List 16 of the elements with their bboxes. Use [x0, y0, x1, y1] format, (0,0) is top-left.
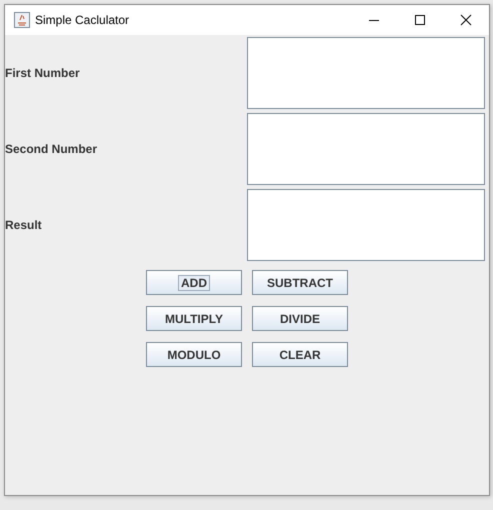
window-title: Simple Caclulator — [35, 13, 130, 27]
field-label: Result — [5, 218, 43, 232]
input-field[interactable] — [247, 37, 485, 109]
field-label: First Number — [5, 66, 81, 80]
input-field[interactable] — [247, 113, 485, 185]
operation-button[interactable]: CLEAR — [252, 342, 348, 367]
operation-button[interactable]: ADD — [146, 270, 242, 295]
close-icon — [460, 14, 472, 26]
operation-button[interactable]: MULTIPLY — [146, 306, 242, 331]
app-icon — [14, 12, 30, 28]
operation-button[interactable]: MODULO — [146, 342, 242, 367]
operation-button[interactable]: SUBTRACT — [252, 270, 348, 295]
operation-button[interactable]: DIVIDE — [252, 306, 348, 331]
field-label: Second Number — [5, 142, 98, 156]
maximize-icon — [414, 14, 426, 26]
input-field[interactable] — [247, 189, 485, 261]
